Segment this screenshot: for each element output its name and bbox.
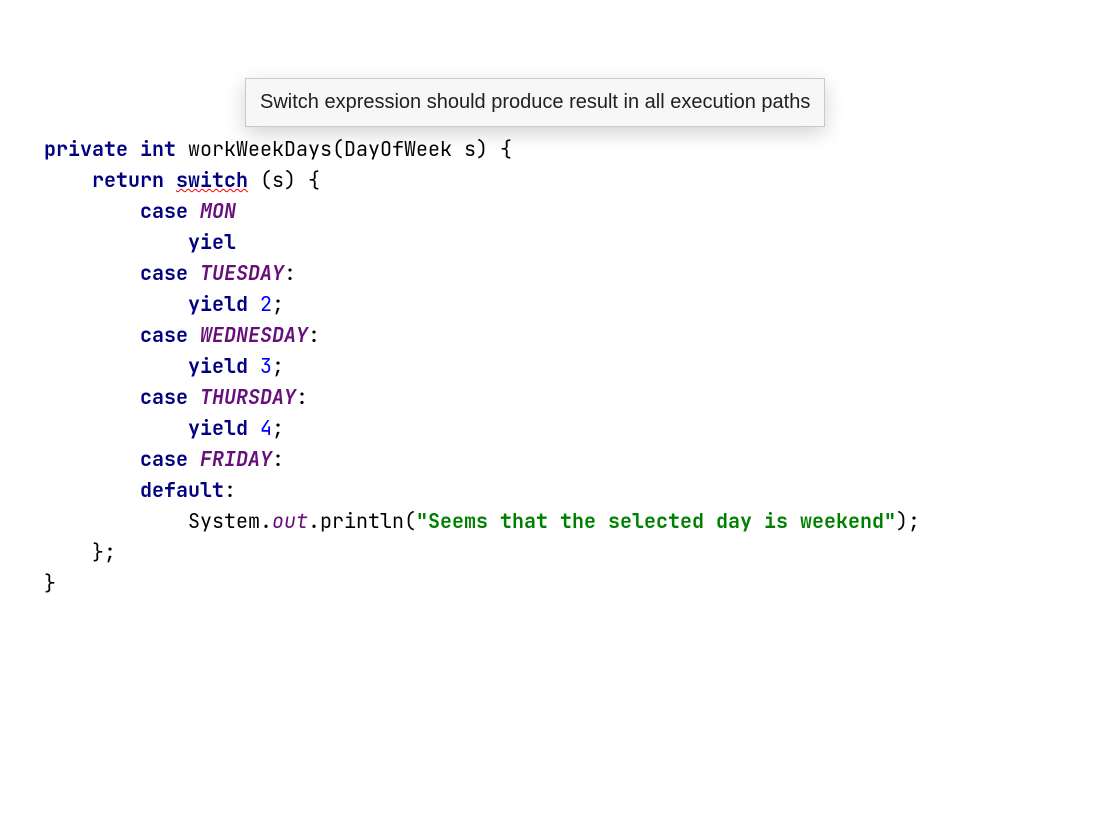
colon: :: [272, 446, 284, 472]
error-tooltip[interactable]: Switch expression should produce result …: [245, 78, 825, 127]
line-15: }: [20, 570, 56, 596]
keyword-case: case: [140, 384, 188, 410]
switch-close: };: [92, 539, 116, 565]
enum-wednesday: WEDNESDAY: [200, 322, 308, 348]
line-9: case THURSDAY:: [20, 384, 308, 410]
semicolon: ;: [272, 415, 284, 441]
enum-monday: MON: [200, 198, 236, 224]
error-tooltip-text: Switch expression should produce result …: [260, 91, 810, 113]
system-prefix: System.: [188, 508, 272, 534]
keyword-yield-cut: yiel: [188, 229, 236, 255]
keyword-switch-error[interactable]: switch: [176, 167, 248, 193]
keyword-case: case: [140, 260, 188, 286]
enum-friday: FRIDAY: [200, 446, 272, 472]
keyword-case: case: [140, 198, 188, 224]
number-3: 3: [260, 353, 272, 379]
number-2: 2: [260, 291, 272, 317]
string-literal: "Seems that the selected day is weekend": [416, 508, 896, 534]
line-4: yiel: [20, 229, 236, 255]
line-11: case FRIDAY:: [20, 446, 284, 472]
line-10: yield 4;: [20, 415, 284, 441]
keyword-case: case: [140, 446, 188, 472]
line-13: System.out.println("Seems that the selec…: [20, 508, 920, 534]
call-close: );: [896, 508, 920, 534]
colon: :: [224, 477, 236, 503]
keyword-default: default: [140, 477, 224, 503]
enum-thursday: THURSDAY: [200, 384, 296, 410]
println-call: .println(: [308, 508, 416, 534]
keyword-case: case: [140, 322, 188, 348]
method-close: }: [44, 570, 56, 596]
line-6: yield 2;: [20, 291, 284, 317]
line-14: };: [20, 539, 116, 565]
line-2: return switch (s) {: [20, 167, 320, 193]
line-8: yield 3;: [20, 353, 284, 379]
keyword-yield: yield: [188, 353, 248, 379]
line-12: default:: [20, 477, 236, 503]
colon: :: [284, 260, 296, 286]
semicolon: ;: [272, 353, 284, 379]
keyword-yield: yield: [188, 291, 248, 317]
enum-tuesday: TUESDAY: [200, 260, 284, 286]
switch-tail: (s) {: [248, 167, 320, 193]
colon: :: [296, 384, 308, 410]
semicolon: ;: [272, 291, 284, 317]
keyword-return: return: [92, 167, 164, 193]
keyword-int: int: [140, 136, 176, 162]
number-4: 4: [260, 415, 272, 441]
line-1: private int workWeekDays(DayOfWeek s) {: [20, 136, 512, 162]
field-out: out: [272, 508, 308, 534]
line-5: case TUESDAY:: [20, 260, 296, 286]
keyword-yield: yield: [188, 415, 248, 441]
code-block[interactable]: private int workWeekDays(DayOfWeek s) { …: [20, 134, 1094, 599]
method-signature: workWeekDays(DayOfWeek s) {: [176, 136, 512, 162]
line-3: case MON: [20, 198, 236, 224]
colon: :: [308, 322, 320, 348]
line-7: case WEDNESDAY:: [20, 322, 320, 348]
keyword-private: private: [44, 136, 128, 162]
